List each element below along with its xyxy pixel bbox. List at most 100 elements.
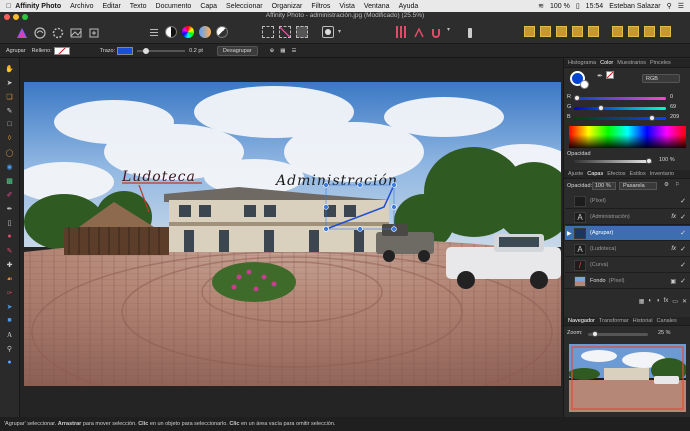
dodge-tool-icon[interactable]: ● [4,232,15,241]
paint-brush-icon[interactable]: ✐ [4,190,15,199]
layer-row-pixel[interactable]: (Píxel) ✓ [565,194,690,209]
visibility-check-icon[interactable]: ✓ [680,277,686,285]
zoom-slider[interactable] [588,331,648,337]
align-right-icon[interactable] [588,26,599,37]
transform-origin-icon[interactable]: ⊕ [270,48,275,54]
lock-icon[interactable]: ▣ [670,278,676,285]
color-spectrum[interactable] [569,126,686,148]
r-value[interactable]: 0 [670,94,673,100]
layer-row-fondo[interactable]: Fondo (Píxel) ▣ ✓ [565,274,690,289]
assistant-icon[interactable] [464,26,476,38]
user-name[interactable]: Esteban Salazar [609,3,660,10]
levels-icon[interactable] [148,26,160,38]
adjustment-icon[interactable]: ◑ [656,298,660,308]
fx-layer-icon[interactable]: fx [664,298,669,308]
apple-icon[interactable]:  [6,3,11,10]
stroke-color-well[interactable] [580,80,589,89]
text-tool-icon[interactable]: A [4,330,15,339]
b-value[interactable]: 209 [670,114,679,120]
deselect-icon[interactable] [279,26,291,38]
tab-ajuste[interactable]: Ajuste [568,171,583,177]
tab-inventario[interactable]: Inventario [650,171,674,177]
menu-texto[interactable]: Texto [130,3,147,10]
stroke-width-value[interactable]: 0.2 pt [189,48,203,54]
add-layer-icon[interactable]: ▦ [639,298,645,308]
battery-icon[interactable]: ▯ [576,2,580,10]
lasso-tool-icon[interactable]: ◯ [4,148,15,157]
tone-mapping-persona-icon[interactable] [70,26,82,38]
menu-filtros[interactable]: Filtros [311,3,330,10]
layer-settings-icon[interactable]: ⚙ [664,182,669,188]
move-forward-icon[interactable] [540,26,551,37]
smudge-tool-icon[interactable]: ☙ [4,274,15,283]
menu-capa[interactable]: Capa [200,3,217,10]
visibility-check-icon[interactable]: ✓ [680,261,686,269]
visibility-check-icon[interactable]: ✓ [680,213,686,221]
flood-select-icon[interactable]: □ [4,120,15,129]
quickmask-dropdown-icon[interactable]: ▾ [338,28,341,35]
shape-tool-icon[interactable]: ■ [4,316,15,325]
stroke-swatch[interactable] [117,46,134,55]
stroke-width-slider[interactable] [137,47,186,54]
opacity-value[interactable]: 100 % [659,157,675,163]
ungroup-button[interactable]: Desagrupar [216,45,258,56]
crop-tool-icon[interactable]: ❏ [4,92,15,101]
tab-capas[interactable]: Capas [587,171,603,177]
menu-organizar[interactable]: Organizar [272,3,303,10]
fx-icon[interactable]: fx [671,214,676,220]
visibility-check-icon[interactable]: ✓ [680,229,686,237]
tab-efectos[interactable]: Efectos [607,171,625,177]
flood-fill-icon[interactable]: ◉ [4,162,15,171]
zoom-tool-icon[interactable]: ⚲ [4,344,15,353]
auto-contrast-icon[interactable] [216,26,228,38]
snapping-icon[interactable] [413,26,425,38]
menu-list-icon[interactable]: ☰ [678,2,684,10]
align-left-icon[interactable] [556,26,567,37]
marquee-icon[interactable] [262,26,274,38]
tab-navegador[interactable]: Navegador [568,318,595,324]
clock[interactable]: 15:54 [586,3,604,10]
color-picker-icon[interactable]: ✒ [4,204,15,213]
tab-estilos[interactable]: Estilos [630,171,646,177]
white-balance-icon[interactable] [199,26,211,38]
invert-selection-icon[interactable] [296,26,308,38]
quickmask-icon[interactable] [322,26,334,38]
r-slider[interactable] [574,95,666,101]
align-center-icon[interactable] [572,26,583,37]
layer-row-administracion[interactable]: A (Administración) fx ✓ [565,210,690,225]
menu-vista[interactable]: Vista [339,3,354,10]
fx-icon[interactable]: fx [671,246,676,252]
layer-lock-icon[interactable]: ⚐ [675,182,680,188]
menu-ayuda[interactable]: Ayuda [399,3,419,10]
fill-swatch[interactable] [53,46,70,55]
menu-editar[interactable]: Editar [102,3,120,10]
expand-triangle-icon[interactable]: ▶ [567,230,572,237]
node-tool-icon[interactable]: ➤ [4,302,15,311]
more-options-icon[interactable]: ☰ [291,48,296,54]
align-objects-icon[interactable]: ▦ [280,48,285,54]
layer-opacity-field[interactable]: 100 % [592,182,616,190]
canvas-area[interactable]: Ludoteca Administración [20,58,563,417]
snapping-options-icon[interactable]: ▾ [447,26,455,38]
hue-wheel-icon[interactable] [182,26,194,38]
flip-h-icon[interactable] [612,26,623,37]
photo-persona-icon[interactable] [16,26,28,38]
administracion-text[interactable]: Administración [274,173,398,189]
view-tool-icon[interactable]: ➤ [4,78,15,87]
tab-color[interactable]: Color [600,60,613,66]
black-white-icon[interactable] [165,26,177,38]
zoom-value[interactable]: 25 % [658,330,671,336]
menu-archivo[interactable]: Archivo [70,3,93,10]
layer-row-ludoteca[interactable]: A (Ludoteca) fx ✓ [565,242,690,257]
grid-icon[interactable] [396,26,408,38]
tab-canales[interactable]: Canales [657,318,677,324]
search-icon[interactable]: ⚲ [667,2,672,10]
blemish-tool-icon[interactable]: ✚ [4,260,15,269]
rotate-icon[interactable] [644,26,655,37]
magnet-icon[interactable] [430,26,442,38]
opacity-slider[interactable] [574,158,652,164]
menu-documento[interactable]: Documento [156,3,192,10]
selection-brush-icon[interactable]: ✎ [4,106,15,115]
g-slider[interactable] [574,105,666,111]
wifi-icon[interactable]: ≋ [538,2,544,10]
